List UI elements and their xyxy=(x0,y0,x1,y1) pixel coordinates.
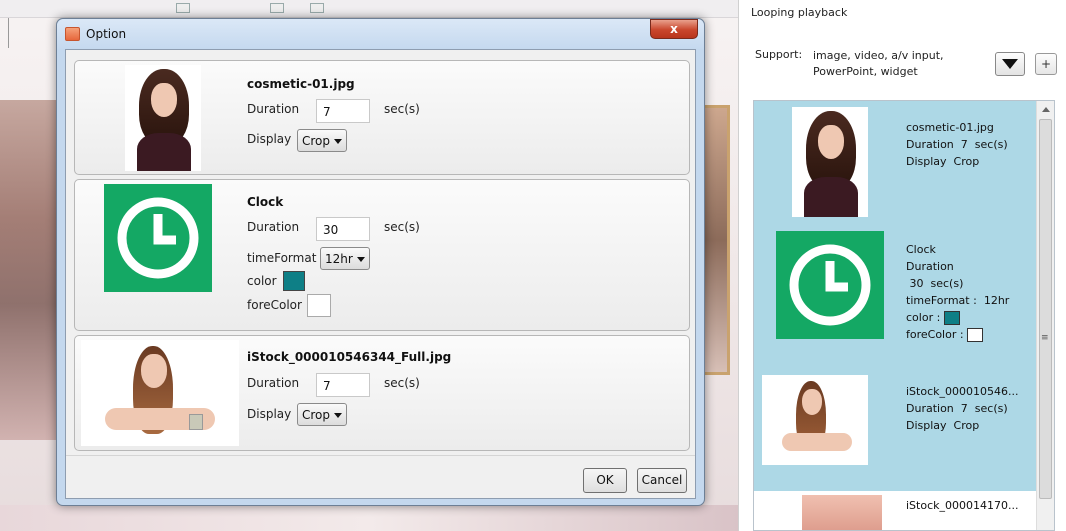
dialog-body: cosmetic-01.jpg Duration 7 sec(s) Displa… xyxy=(65,49,696,499)
duration-value: 7 xyxy=(960,138,968,151)
timeformat-value: 12hr xyxy=(325,252,353,266)
item-name: Clock xyxy=(906,243,936,256)
scroll-up-icon[interactable] xyxy=(1042,107,1050,112)
duration-input[interactable]: 7 xyxy=(316,99,370,123)
timeformat-label: timeFormat xyxy=(247,251,317,265)
playlist-list: cosmetic-01.jpg Duration 7 sec(s) Displa… xyxy=(753,100,1055,531)
file-name: cosmetic-01.jpg xyxy=(247,77,355,91)
panel-title: Looping playback xyxy=(751,6,848,19)
dialog-footer: OK Cancel xyxy=(66,455,695,498)
clock-icon xyxy=(776,231,884,339)
ok-button[interactable]: OK xyxy=(583,468,627,493)
background-image-strip xyxy=(0,100,60,440)
file-name: iStock_000010546344_Full.jpg xyxy=(247,350,452,364)
chevron-down-icon xyxy=(1002,59,1018,69)
display-label: Display xyxy=(247,132,292,146)
display-select[interactable]: Crop xyxy=(297,403,348,426)
list-item-selected[interactable]: iStock_000010546... Duration 7 sec(s) Di… xyxy=(754,373,1054,491)
clock-icon xyxy=(104,184,212,292)
media-card: iStock_000010546344_Full.jpg Duration 7 … xyxy=(74,335,690,451)
support-value: image, video, a/v input, PowerPoint, wid… xyxy=(813,49,944,78)
scrollbar-thumb[interactable] xyxy=(1039,119,1052,499)
unit-label: sec(s) xyxy=(384,376,420,390)
timeformat-select[interactable]: 12hr xyxy=(320,247,370,270)
toolbar-button[interactable] xyxy=(310,3,324,13)
duration-label: Duration xyxy=(906,138,954,151)
duration-label: Duration xyxy=(906,402,954,415)
add-item-button[interactable]: + xyxy=(1035,53,1057,75)
thumbnail-image xyxy=(762,375,868,465)
support-label: Support: xyxy=(755,48,803,61)
unit-label: sec(s) xyxy=(974,402,1008,415)
list-item-details: Clock Duration 30 sec(s) timeFormat : 12… xyxy=(906,241,1009,343)
timeformat-value: 12hr xyxy=(983,294,1010,307)
unit-label: sec(s) xyxy=(384,102,420,116)
unit-label: sec(s) xyxy=(930,277,964,290)
app-icon xyxy=(65,27,80,41)
unit-label: sec(s) xyxy=(974,138,1008,151)
duration-label: Duration xyxy=(247,102,300,116)
scrollbar[interactable]: ≡ xyxy=(1036,101,1054,530)
cancel-button[interactable]: Cancel xyxy=(637,468,687,493)
forecolor-label: foreColor : xyxy=(906,328,964,341)
duration-label: Duration xyxy=(247,220,300,234)
forecolor-swatch[interactable] xyxy=(307,294,331,317)
thumbnail-image xyxy=(81,340,239,446)
duration-input[interactable]: 30 xyxy=(316,217,370,241)
color-label: color xyxy=(247,274,277,288)
item-name: iStock_000014170... xyxy=(906,499,1019,512)
background-toolbar xyxy=(0,0,738,18)
file-name: Clock xyxy=(247,195,284,209)
unit-label: sec(s) xyxy=(384,220,420,234)
thumbnail-image xyxy=(802,495,882,530)
display-select[interactable]: Crop xyxy=(297,129,348,152)
playlist-panel: Looping playback Support: image, video, … xyxy=(738,0,1066,531)
dropdown-button[interactable] xyxy=(995,52,1025,76)
list-item-details: cosmetic-01.jpg Duration 7 sec(s) Displa… xyxy=(906,119,1008,170)
duration-label: Duration xyxy=(906,260,954,273)
background-footer xyxy=(0,505,738,531)
display-label: Display xyxy=(906,155,947,168)
display-value: Crop xyxy=(302,134,331,148)
color-swatch xyxy=(943,311,960,325)
chevron-down-icon xyxy=(356,257,365,262)
media-card: cosmetic-01.jpg Duration 7 sec(s) Displa… xyxy=(74,60,690,175)
display-value: Crop xyxy=(953,155,980,168)
divider xyxy=(8,18,9,48)
thumbnail-image xyxy=(792,107,868,217)
color-label: color : xyxy=(906,311,941,324)
display-value: Crop xyxy=(953,419,980,432)
item-name: cosmetic-01.jpg xyxy=(906,121,994,134)
item-name: iStock_000010546... xyxy=(906,385,1019,398)
close-button[interactable]: x xyxy=(650,19,698,39)
toolbar-button[interactable] xyxy=(176,3,190,13)
chevron-down-icon xyxy=(334,413,343,418)
forecolor-label: foreColor xyxy=(247,298,302,312)
duration-value: 30 xyxy=(909,277,924,290)
thumbnail-image xyxy=(125,65,201,171)
chevron-down-icon xyxy=(334,139,343,144)
duration-value: 7 xyxy=(960,402,968,415)
duration-label: Duration xyxy=(247,376,300,390)
grip-icon: ≡ xyxy=(1041,333,1049,343)
dialog-title: Option xyxy=(86,27,127,41)
toolbar-button[interactable] xyxy=(270,3,284,13)
display-label: Display xyxy=(906,419,947,432)
color-swatch[interactable] xyxy=(283,271,305,291)
display-label: Display xyxy=(247,407,292,421)
list-item-details: iStock_000010546... Duration 7 sec(s) Di… xyxy=(906,383,1018,434)
list-item-selected[interactable]: cosmetic-01.jpg Duration 7 sec(s) Displa… xyxy=(754,101,1054,373)
option-dialog: Option x cosmetic-01.jpg Duration 7 sec(… xyxy=(56,18,705,506)
duration-input[interactable]: 7 xyxy=(316,373,370,397)
dialog-titlebar[interactable]: Option x xyxy=(57,19,704,49)
list-item[interactable]: iStock_000014170... xyxy=(754,491,1054,530)
forecolor-swatch xyxy=(967,328,984,342)
display-value: Crop xyxy=(302,408,331,422)
timeformat-label: timeFormat : xyxy=(906,294,977,307)
media-card: Clock Duration 30 sec(s) timeFormat 12hr… xyxy=(74,179,690,331)
